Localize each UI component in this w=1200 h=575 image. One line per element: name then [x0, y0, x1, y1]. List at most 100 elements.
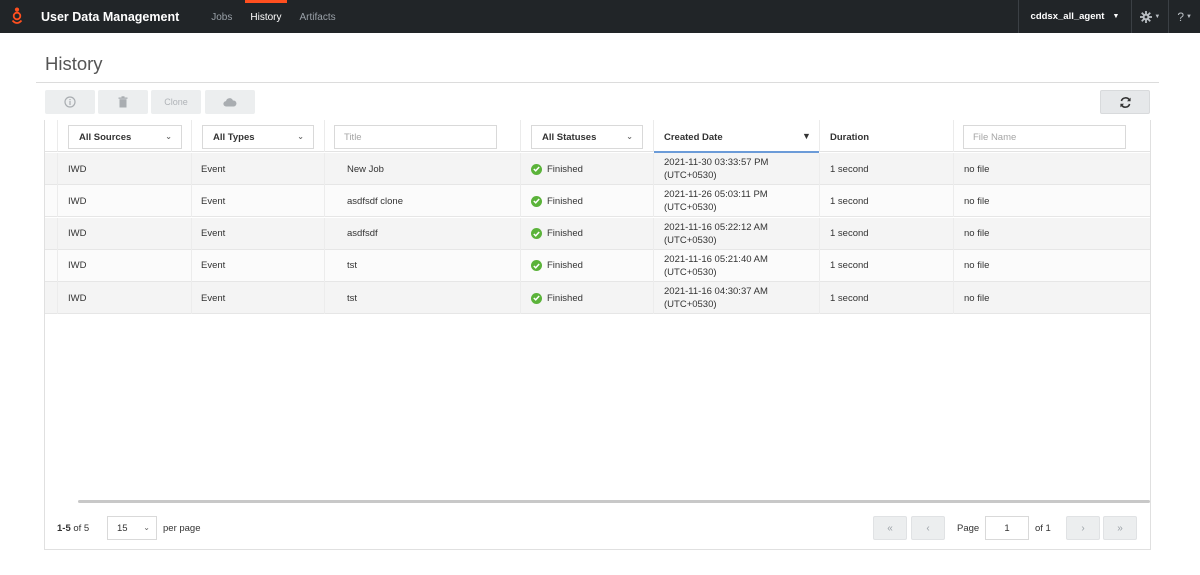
timezone-value: (UTC+0530) [664, 202, 717, 214]
page-number-input[interactable] [985, 516, 1029, 540]
row-select-cell [45, 217, 58, 250]
genesys-logo-icon[interactable] [3, 0, 31, 33]
check-circle-icon [531, 163, 542, 175]
prev-page-button[interactable]: ‹ [911, 516, 945, 540]
created-date-value: 2021-11-30 03:33:57 PM [664, 157, 769, 168]
created-date-cell: 2021-11-30 03:33:57 PM (UTC+0530) [654, 153, 820, 185]
per-page-label: per page [163, 523, 201, 534]
type-filter-value: All Types [213, 131, 255, 143]
duration-cell: 1 second [820, 217, 954, 250]
refresh-button[interactable] [1100, 90, 1150, 114]
info-button[interactable] [45, 90, 95, 114]
created-date-header-label[interactable]: Created Date [664, 132, 723, 143]
source-cell: IWD [58, 217, 192, 250]
refresh-icon [1119, 96, 1131, 108]
per-page-value: 15 [117, 522, 128, 534]
first-page-button[interactable]: « [873, 516, 907, 540]
check-circle-icon [531, 195, 542, 207]
info-circle-icon [64, 96, 76, 108]
help-icon: ? [1177, 9, 1185, 24]
file-name-filter-input[interactable] [963, 125, 1126, 149]
timezone-value: (UTC+0530) [664, 266, 717, 278]
caret-down-icon: ▼ [1186, 13, 1192, 20]
type-filter-select[interactable]: All Types ⌄ [202, 125, 314, 149]
created-date-value: 2021-11-16 05:21:40 AM [664, 253, 768, 265]
title-column-header [325, 120, 521, 152]
top-nav-bar: User Data Management Jobs History Artifa… [0, 0, 1200, 33]
trash-icon [118, 96, 128, 108]
status-filter-select[interactable]: All Statuses ⌄ [531, 125, 643, 149]
type-cell: Event [192, 249, 325, 282]
created-date-cell: 2021-11-16 05:21:40 AM (UTC+0530) [654, 249, 820, 282]
status-label: Finished [547, 163, 583, 175]
file-name-cell: no file [964, 163, 990, 175]
title-cell: tst [325, 282, 521, 315]
app-title: User Data Management [41, 9, 180, 24]
source-filter-select[interactable]: All Sources ⌄ [68, 125, 182, 149]
row-select-cell [45, 153, 58, 185]
duration-cell: 1 second [820, 282, 954, 315]
created-date-cell: 2021-11-16 04:30:37 AM (UTC+0530) [654, 282, 820, 315]
source-cell: IWD [58, 153, 192, 185]
timezone-value: (UTC+0530) [664, 299, 717, 311]
selection-header [45, 120, 58, 152]
record-range: 1-5 [57, 523, 71, 534]
help-menu[interactable]: ? ▼ [1169, 0, 1200, 33]
created-date-column-header[interactable]: Created Date ▼ [654, 120, 820, 153]
status-cell: Finished [521, 153, 654, 185]
horizontal-scrollbar[interactable] [78, 500, 1150, 503]
table-row[interactable]: IWD Event New Job Finished 2021-11-30 03:33:… [45, 153, 1150, 185]
sort-descending-icon[interactable]: ▼ [802, 131, 811, 141]
duration-cell: 1 second [820, 249, 954, 282]
title-cell: asdfsdf clone [325, 185, 521, 218]
title-cell: tst [325, 249, 521, 282]
delete-button[interactable] [98, 90, 148, 114]
file-name-column-header [954, 120, 1150, 152]
settings-menu[interactable]: ▼ [1132, 0, 1170, 33]
type-cell: Event [192, 217, 325, 250]
record-total: of 5 [73, 523, 90, 534]
last-page-button[interactable]: » [1103, 516, 1137, 540]
clone-button[interactable]: Clone [151, 90, 201, 114]
timezone-value: (UTC+0530) [664, 234, 717, 246]
type-column-header: All Types ⌄ [192, 120, 325, 152]
check-circle-icon [531, 228, 542, 240]
table-row[interactable]: IWD Event tst Finished 2021-11-16 04:30:37 A… [45, 282, 1150, 315]
caret-down-icon: ▼ [1112, 13, 1120, 20]
table-row[interactable]: IWD Event asdfsdf clone Finished 2021-11-26 … [45, 185, 1150, 218]
title-cell: asdfsdf [325, 217, 521, 250]
file-name-cell: no file [964, 228, 990, 240]
status-label: Finished [547, 260, 583, 272]
created-date-cell: 2021-11-26 05:03:11 PM (UTC+0530) [654, 185, 820, 218]
row-select-cell [45, 249, 58, 282]
file-name-cell: no file [964, 195, 990, 207]
title-cell: New Job [325, 153, 521, 185]
check-circle-icon [531, 260, 542, 272]
status-label: Finished [547, 228, 583, 240]
created-date-value: 2021-11-26 05:03:11 PM [664, 189, 768, 201]
duration-cell: 1 second [820, 153, 954, 185]
status-cell: Finished [521, 185, 654, 218]
status-filter-value: All Statuses [542, 131, 597, 143]
duration-column-header[interactable]: Duration [820, 120, 954, 152]
next-page-button[interactable]: › [1066, 516, 1100, 540]
grid-header: All Sources ⌄ All Types ⌄ All Statuses ⌄… [45, 120, 1150, 153]
cloud-button[interactable] [205, 90, 255, 114]
row-select-cell [45, 282, 58, 315]
status-cell: Finished [521, 249, 654, 282]
per-page-select[interactable]: 15 ⌄ [107, 516, 157, 540]
title-filter-input[interactable] [334, 125, 497, 149]
table-row[interactable]: IWD Event tst Finished 2021-11-16 05:21:40 A… [45, 249, 1150, 282]
chevron-down-icon: ⌄ [297, 132, 304, 141]
tab-artifacts[interactable]: Artifacts [292, 0, 344, 33]
tab-jobs[interactable]: Jobs [203, 0, 240, 33]
duration-header-label[interactable]: Duration [830, 132, 869, 143]
page-total: of 1 [1035, 523, 1051, 534]
tab-history[interactable]: History [242, 0, 289, 33]
type-cell: Event [192, 153, 325, 185]
user-menu[interactable]: cddsx_all_agent ▼ [1017, 0, 1133, 33]
type-cell: Event [192, 282, 325, 315]
table-row[interactable]: IWD Event asdfsdf Finished 2021-11-16 05:22:… [45, 217, 1150, 250]
history-grid: All Sources ⌄ All Types ⌄ All Statuses ⌄… [44, 120, 1151, 550]
timezone-value: (UTC+0530) [664, 170, 717, 181]
